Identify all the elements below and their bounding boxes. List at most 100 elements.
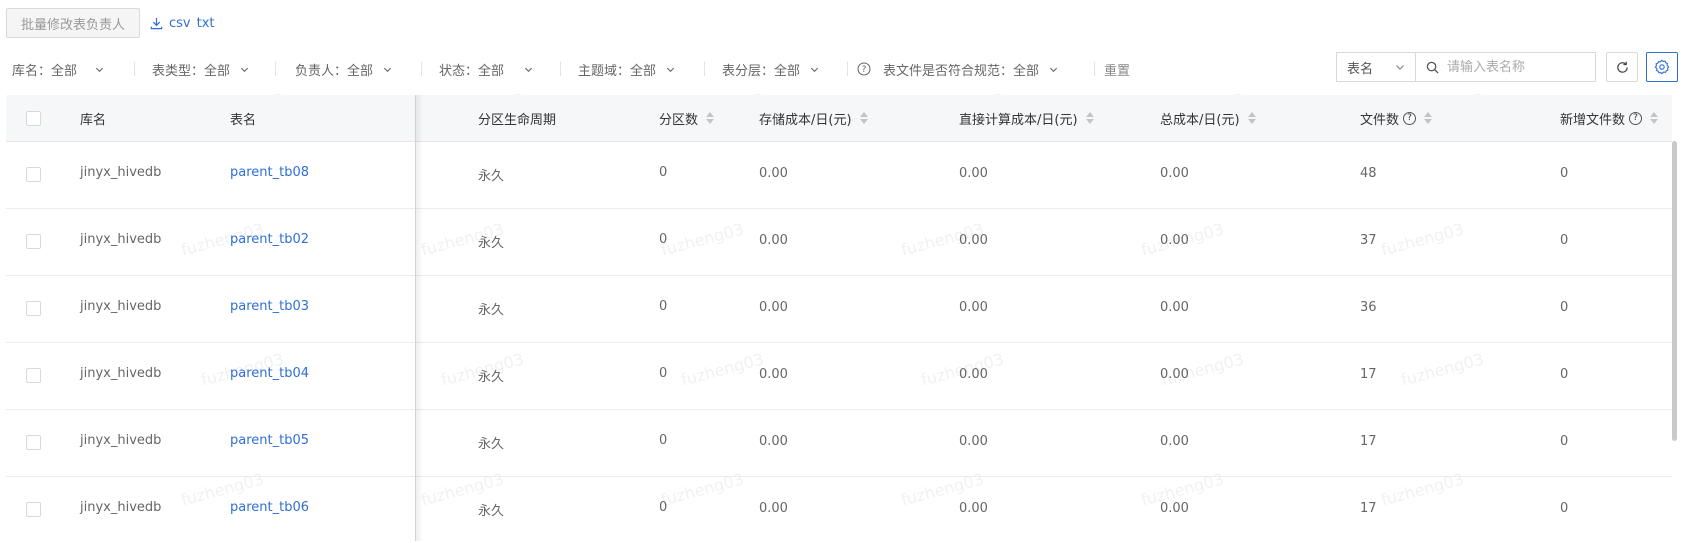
cell-storage-cost: 0.00 — [759, 501, 788, 516]
filter-table-type[interactable]: 表类型： 全部 — [152, 54, 249, 84]
filter-divider — [421, 62, 422, 76]
sort-icon[interactable] — [1247, 112, 1256, 124]
cell-new-file-count: 0 — [1560, 233, 1569, 248]
column-header-partitions[interactable]: 分区数 — [659, 95, 715, 141]
filter-file-compliance-value: 全部 — [1013, 63, 1040, 79]
row-checkbox-cell[interactable] — [26, 342, 41, 409]
export-csv-link[interactable]: csv — [169, 16, 191, 31]
refresh-button[interactable] — [1606, 52, 1638, 82]
table-row: jinyx_hivedb parent_tb02 永久 0 0.00 0.00 … — [6, 208, 1672, 276]
help-icon[interactable]: ? — [1403, 111, 1417, 125]
chevron-down-icon — [240, 67, 249, 72]
row-checkbox-cell[interactable] — [26, 208, 41, 275]
batch-edit-owner-button[interactable]: 批量修改表负责人 — [6, 8, 141, 38]
cell-compute-cost: 0.00 — [959, 300, 988, 315]
column-header-compute-cost[interactable]: 直接计算成本/日(元) — [959, 95, 1094, 141]
export-txt-link[interactable]: txt — [197, 16, 215, 31]
column-header-lifecycle: 分区生命周期 — [478, 112, 557, 128]
filter-owner-value: 全部 — [347, 63, 374, 79]
gear-icon — [1654, 59, 1670, 75]
vertical-scrollbar[interactable] — [1672, 141, 1677, 441]
sort-icon[interactable] — [1085, 112, 1094, 124]
search-box — [1415, 52, 1596, 82]
select-all-checkbox[interactable] — [26, 110, 41, 126]
table-row: jinyx_hivedb parent_tb06 永久 0 0.00 0.00 … — [6, 476, 1672, 543]
row-checkbox-cell[interactable] — [26, 275, 41, 342]
cell-storage-cost: 0.00 — [759, 434, 788, 449]
filter-divider — [275, 62, 276, 76]
fixed-column-shadow — [415, 95, 423, 541]
sort-icon[interactable] — [1650, 112, 1659, 124]
export-group: csv txt — [150, 16, 215, 31]
sort-icon[interactable] — [859, 112, 868, 124]
cell-storage-cost: 0.00 — [759, 166, 788, 181]
cell-compute-cost: 0.00 — [959, 501, 988, 516]
table-row: jinyx_hivedb parent_tb03 永久 0 0.00 0.00 … — [6, 275, 1672, 343]
cell-table-link[interactable]: parent_tb06 — [230, 476, 309, 543]
search-type-value: 表名 — [1347, 61, 1374, 77]
row-checkbox[interactable] — [26, 234, 41, 249]
filter-divider — [134, 62, 135, 76]
help-icon: ? — [857, 62, 871, 76]
cell-lifecycle: 永久 — [478, 169, 505, 184]
cell-partitions: 0 — [659, 366, 668, 381]
sort-icon[interactable] — [706, 112, 715, 124]
filter-db[interactable]: 库名： 全部 — [12, 54, 104, 84]
cell-new-file-count: 0 — [1560, 300, 1569, 315]
column-header-total-cost-label: 总成本/日(元) — [1160, 112, 1240, 128]
chevron-down-icon — [383, 67, 392, 72]
filter-file-compliance[interactable]: ? 表文件是否符合规范： 全部 — [857, 54, 1058, 84]
cell-storage-cost: 0.00 — [759, 367, 788, 382]
cell-partitions: 0 — [659, 500, 668, 515]
filter-owner[interactable]: 负责人： 全部 — [295, 54, 392, 84]
cell-file-count: 17 — [1360, 434, 1377, 449]
column-header-file-count[interactable]: 文件数? — [1360, 95, 1433, 141]
row-checkbox-cell[interactable] — [26, 476, 41, 543]
row-checkbox[interactable] — [26, 368, 41, 383]
filter-table-type-value: 全部 — [204, 63, 231, 79]
cell-total-cost: 0.00 — [1160, 233, 1189, 248]
cell-partitions: 0 — [659, 299, 668, 314]
cell-file-count: 17 — [1360, 501, 1377, 516]
cell-table-link[interactable]: parent_tb05 — [230, 409, 309, 476]
settings-button[interactable] — [1646, 52, 1678, 82]
sort-icon[interactable] — [1424, 112, 1433, 124]
filter-divider — [847, 62, 848, 76]
cell-storage-cost: 0.00 — [759, 233, 788, 248]
reset-link[interactable]: 重置 — [1104, 54, 1130, 84]
help-icon[interactable]: ? — [1629, 111, 1643, 125]
cell-lifecycle: 永久 — [478, 303, 505, 318]
filter-subject[interactable]: 主题域： 全部 — [578, 54, 675, 84]
row-checkbox[interactable] — [26, 502, 41, 517]
cell-db: jinyx_hivedb — [80, 165, 162, 180]
table-row: jinyx_hivedb parent_tb04 永久 0 0.00 0.00 … — [6, 342, 1672, 410]
cell-db: jinyx_hivedb — [80, 500, 162, 515]
chevron-down-icon — [810, 67, 819, 72]
select-all-checkbox-cell[interactable] — [26, 95, 41, 141]
filter-divider — [1094, 62, 1095, 76]
filter-db-label: 库名： — [12, 63, 52, 79]
cell-table-link[interactable]: parent_tb02 — [230, 208, 309, 275]
column-header-total-cost[interactable]: 总成本/日(元) — [1160, 95, 1256, 141]
chevron-down-icon — [1049, 67, 1058, 72]
row-checkbox-cell[interactable] — [26, 141, 41, 208]
row-checkbox[interactable] — [26, 301, 41, 316]
filter-layer[interactable]: 表分层： 全部 — [722, 54, 819, 84]
cell-file-count: 48 — [1360, 166, 1377, 181]
cell-compute-cost: 0.00 — [959, 233, 988, 248]
table-row: jinyx_hivedb parent_tb08 永久 0 0.00 0.00 … — [6, 141, 1672, 209]
column-header-new-file-count[interactable]: 新增文件数? — [1560, 95, 1659, 141]
column-header-storage-cost[interactable]: 存储成本/日(元) — [759, 95, 868, 141]
row-checkbox[interactable] — [26, 167, 41, 182]
cell-table-link[interactable]: parent_tb03 — [230, 275, 309, 342]
filter-status[interactable]: 状态： 全部 — [439, 54, 533, 84]
cell-table-link[interactable]: parent_tb04 — [230, 342, 309, 409]
row-checkbox[interactable] — [26, 435, 41, 450]
cell-table-link[interactable]: parent_tb08 — [230, 141, 309, 208]
row-checkbox-cell[interactable] — [26, 409, 41, 476]
filter-status-label: 状态： — [439, 63, 479, 79]
filter-db-value: 全部 — [51, 63, 78, 79]
search-type-select[interactable]: 表名 — [1336, 52, 1416, 82]
search-input[interactable] — [1445, 58, 1589, 76]
cell-file-count: 36 — [1360, 300, 1377, 315]
